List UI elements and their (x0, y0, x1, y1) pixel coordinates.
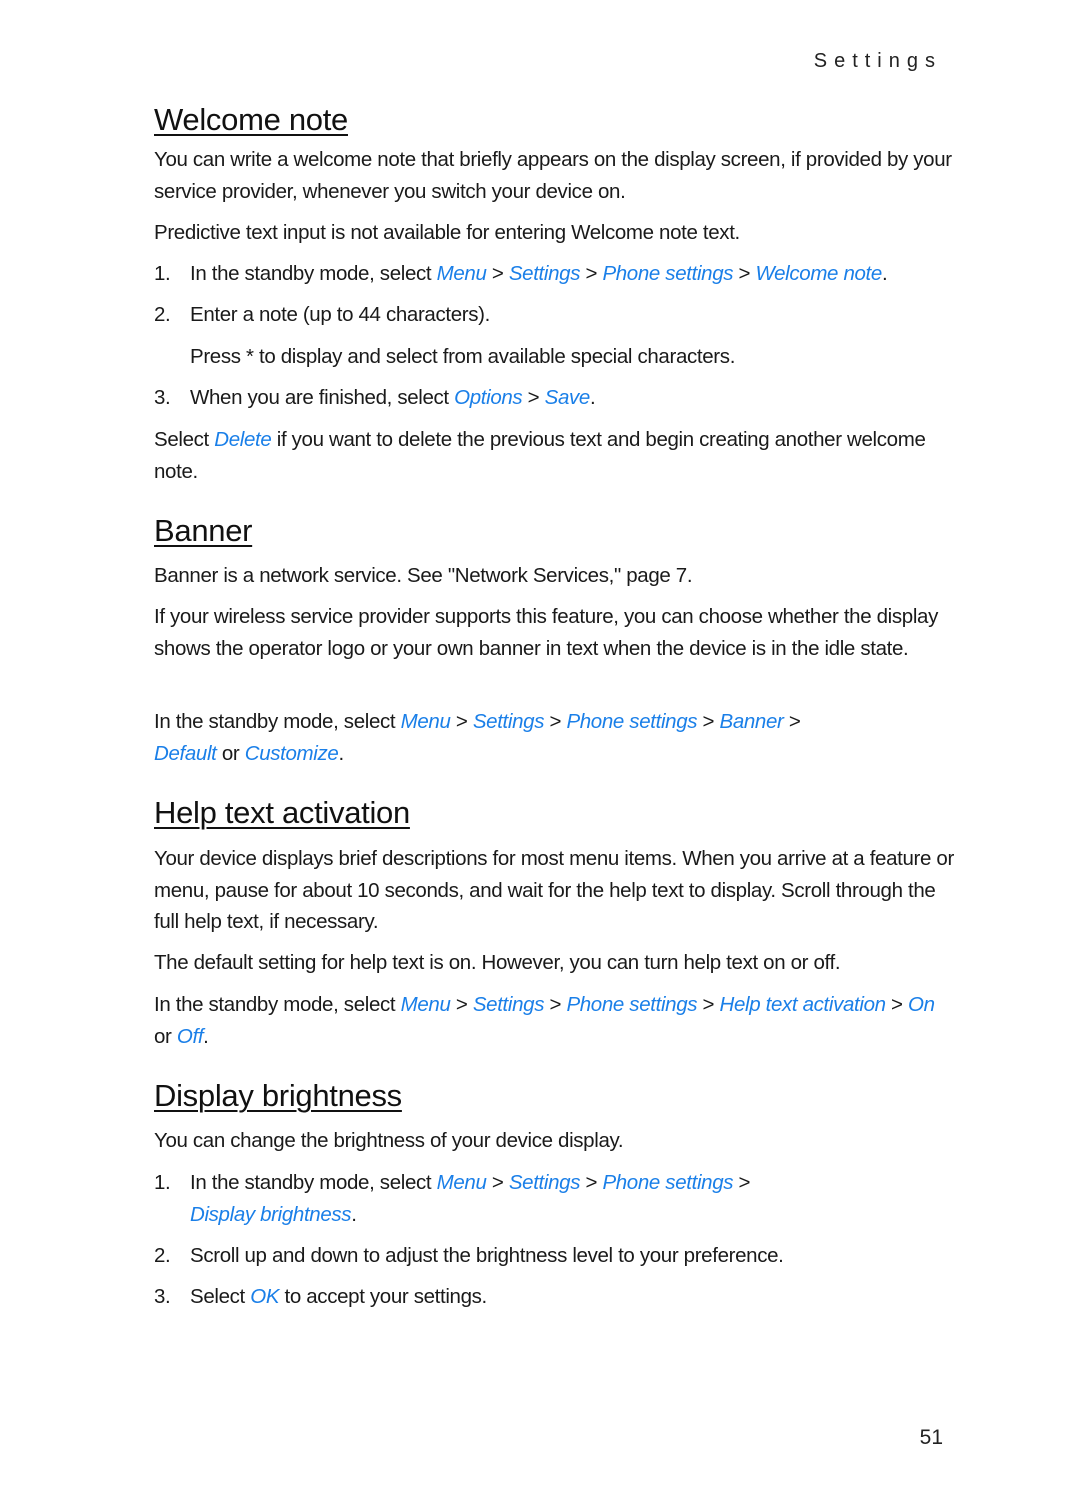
text: . (203, 1024, 209, 1048)
settings-link[interactable]: Settings (509, 1171, 581, 1194)
help-paragraph-3: In the standby mode, select Menu > Setti… (154, 993, 935, 1048)
welcome-step-1: 1. In the standby mode, select Menu > Se… (154, 258, 954, 290)
step-text: Enter a note (up to 44 characters). (190, 303, 490, 326)
help-paragraph-1: Your device displays brief descriptions … (154, 847, 954, 933)
help-paragraph-2: The default setting for help text is on.… (154, 951, 841, 974)
default-link[interactable]: Default (154, 742, 217, 765)
step-text: Scroll up and down to adjust the brightn… (190, 1244, 784, 1267)
off-link[interactable]: Off (177, 1025, 204, 1048)
brightness-paragraph-1: You can change the brightness of your de… (154, 1129, 624, 1152)
phone-settings-link[interactable]: Phone settings (602, 262, 733, 285)
step-text: Select (190, 1285, 251, 1308)
or-text: or (154, 1024, 177, 1048)
on-link[interactable]: On (908, 993, 935, 1016)
step-suffix: . (351, 1202, 357, 1226)
phone-settings-link[interactable]: Phone settings (566, 710, 697, 733)
step-number: 2. (154, 303, 171, 326)
section-title-display-brightness: Display brightness (154, 1078, 402, 1113)
settings-link[interactable]: Settings (473, 993, 545, 1016)
running-head: Settings (813, 50, 942, 72)
section-title-welcome-note: Welcome note (154, 102, 348, 137)
settings-link[interactable]: Settings (509, 262, 581, 285)
step-suffix: to accept your settings. (279, 1285, 488, 1308)
save-link[interactable]: Save (545, 386, 591, 409)
text: . (338, 741, 344, 765)
welcome-step-3: 3. When you are finished, select Options… (154, 382, 954, 414)
welcome-paragraph-3: Select Delete if you want to delete the … (154, 424, 954, 487)
welcome-note-link[interactable]: Welcome note (756, 262, 883, 285)
step-number: 1. (154, 1171, 171, 1194)
welcome-step-2: 2. Enter a note (up to 44 characters). (154, 299, 954, 331)
text: In the standby mode, select (154, 993, 401, 1016)
phone-settings-link[interactable]: Phone settings (602, 1171, 733, 1194)
phone-settings-link[interactable]: Phone settings (566, 993, 697, 1016)
welcome-paragraph-1: You can write a welcome note that briefl… (154, 148, 952, 203)
customize-link[interactable]: Customize (245, 742, 339, 765)
help-text-activation-link[interactable]: Help text activation (720, 993, 887, 1016)
section-title-banner: Banner (154, 513, 253, 548)
page-number: 51 (919, 1426, 943, 1449)
banner-paragraph-3: In the standby mode, select Menu > Setti… (154, 710, 801, 765)
options-link[interactable]: Options (454, 386, 523, 409)
step-text: When you are finished, select (190, 386, 455, 409)
step-text: In the standby mode, select (190, 262, 437, 285)
or-text: or (216, 741, 245, 765)
step-number: 3. (154, 386, 171, 409)
welcome-step-2-note: Press * to display and select from avail… (190, 345, 736, 368)
text: In the standby mode, select (154, 710, 401, 733)
menu-link[interactable]: Menu (437, 1171, 487, 1194)
section-title-help-text-activation: Help text activation (154, 795, 410, 830)
banner-paragraph-2: If your wireless service provider suppor… (154, 605, 938, 660)
display-brightness-link[interactable]: Display brightness (190, 1203, 352, 1226)
welcome-paragraph-2: Predictive text input is not available f… (154, 221, 740, 244)
brightness-step-2: 2. Scroll up and down to adjust the brig… (154, 1240, 954, 1272)
settings-link[interactable]: Settings (473, 710, 545, 733)
brightness-step-1: 1. In the standby mode, select Menu > Se… (154, 1167, 954, 1230)
step-suffix: . (881, 262, 888, 285)
banner-link[interactable]: Banner (720, 710, 784, 733)
text: Select (154, 428, 215, 451)
step-text: In the standby mode, select (190, 1171, 437, 1194)
delete-link[interactable]: Delete (214, 428, 272, 451)
step-number: 1. (154, 262, 171, 285)
step-suffix: . (589, 386, 596, 409)
brightness-step-3: 3. Select OK to accept your settings. (154, 1281, 954, 1313)
ok-link[interactable]: OK (250, 1285, 279, 1308)
menu-link[interactable]: Menu (401, 993, 451, 1016)
step-number: 2. (154, 1244, 171, 1267)
banner-paragraph-1: Banner is a network service. See "Networ… (154, 564, 693, 587)
menu-link[interactable]: Menu (401, 710, 451, 733)
menu-link[interactable]: Menu (437, 262, 487, 285)
step-number: 3. (154, 1285, 171, 1308)
